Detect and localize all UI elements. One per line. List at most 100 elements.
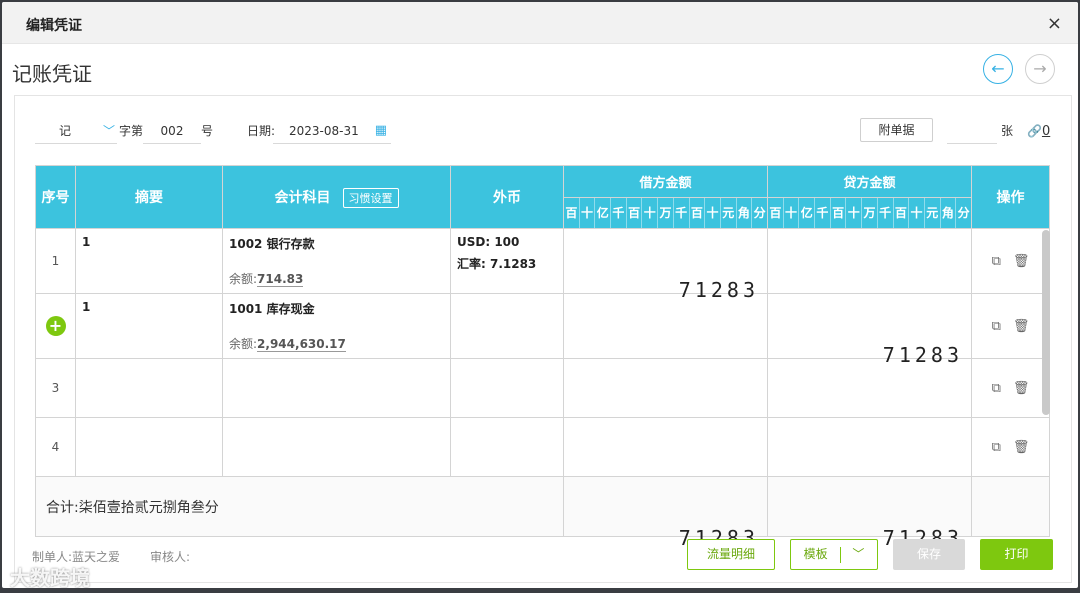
digit-unit-label: 百 bbox=[831, 198, 847, 228]
header-account: 会计科目 习惯设置 bbox=[222, 165, 451, 229]
next-voucher-button[interactable]: → bbox=[1025, 54, 1055, 84]
foreign-cell[interactable]: USD: 100 汇率: 7.1283 bbox=[450, 228, 564, 294]
digit-unit-label: 元 bbox=[721, 198, 737, 228]
table-row: 1 1 1002 银行存款 余额:714.83 USD: 100 汇率: 7.1… bbox=[35, 228, 1050, 302]
flow-details-button[interactable]: 流量明细 bbox=[687, 539, 775, 570]
number-suffix-label: 号 bbox=[201, 124, 214, 138]
habit-settings-button[interactable]: 习惯设置 bbox=[342, 187, 399, 208]
table-scrollbar[interactable] bbox=[1042, 230, 1050, 415]
copy-icon[interactable]: ⧉ bbox=[992, 254, 1001, 269]
trash-icon[interactable]: 🗑 bbox=[1013, 319, 1030, 334]
prev-voucher-button[interactable]: ← bbox=[983, 54, 1013, 84]
balance-label: 余额: bbox=[229, 337, 258, 351]
balance-label: 余额: bbox=[229, 272, 258, 286]
summary-text: 1 bbox=[82, 235, 91, 249]
voucher-title: 记账凭证 bbox=[12, 62, 92, 86]
row-seq: + bbox=[35, 293, 76, 359]
digit-unit-label: 百 bbox=[768, 198, 784, 228]
fx-rate: 汇率: 7.1283 bbox=[457, 257, 537, 271]
template-button[interactable]: 模板 ﹀ bbox=[790, 539, 878, 570]
total-label: 合计:柒佰壹拾贰元捌角叁分 bbox=[35, 476, 564, 537]
word-suffix-label: 字第 bbox=[119, 124, 144, 138]
account-cell[interactable]: 1002 银行存款 余额:714.83 bbox=[222, 228, 451, 294]
summary-cell[interactable]: 1 bbox=[75, 293, 223, 359]
close-icon[interactable]: × bbox=[1047, 13, 1062, 34]
balance-value: 2,944,630.17 bbox=[257, 337, 346, 352]
trash-icon[interactable]: 🗑 bbox=[1013, 254, 1030, 269]
foreign-cell[interactable] bbox=[450, 293, 564, 359]
digit-unit-label: 万 bbox=[862, 198, 878, 228]
trash-icon[interactable]: 🗑 bbox=[1013, 440, 1030, 455]
row-ops: ⧉ 🗑 bbox=[971, 358, 1050, 418]
fx-currency: USD: 100 bbox=[457, 235, 520, 249]
credit-cell[interactable]: 71283 bbox=[767, 293, 972, 367]
date-input[interactable]: 2023-08-31 ▦ bbox=[273, 118, 391, 144]
arrow-right-icon: → bbox=[1033, 59, 1047, 78]
summary-cell[interactable] bbox=[75, 358, 223, 418]
digit-unit-label: 十 bbox=[642, 198, 659, 228]
table-row: 4 ⧉ 🗑 bbox=[35, 417, 1050, 477]
voucher-number-input[interactable]: 002 bbox=[143, 118, 201, 144]
debit-cell[interactable] bbox=[563, 417, 768, 477]
digit-unit-label: 百 bbox=[564, 198, 580, 228]
debit-amount: 71283 bbox=[678, 278, 759, 302]
row-seq: 1 bbox=[35, 228, 76, 294]
debit-cell[interactable] bbox=[563, 293, 768, 359]
account-text: 1001 库存现金 bbox=[229, 302, 315, 316]
credit-cell[interactable] bbox=[767, 358, 972, 418]
header-account-label: 会计科目 bbox=[274, 189, 331, 206]
digit-unit-label: 分 bbox=[753, 206, 766, 220]
debit-cell[interactable] bbox=[563, 358, 768, 418]
credit-cell[interactable] bbox=[767, 228, 972, 294]
digit-unit-label: 百 bbox=[690, 198, 706, 228]
edit-voucher-dialog: 编辑凭证 × 记账凭证 ← → 记 ﹀ 字第 002 号 日期: 2023-08… bbox=[2, 2, 1078, 588]
copy-icon[interactable]: ⧉ bbox=[992, 319, 1001, 334]
voucher-table: 序号 摘要 会计科目 习惯设置 外币 借方金额 贷方金额 操作 百十亿千百十万千百… bbox=[35, 165, 1050, 550]
digit-unit-label: 角 bbox=[737, 198, 753, 228]
chevron-down-icon[interactable]: ﹀ bbox=[852, 547, 864, 561]
foreign-cell[interactable] bbox=[450, 417, 564, 477]
digit-unit-label: 百 bbox=[627, 198, 643, 228]
link-icon: 🔗 bbox=[1027, 124, 1042, 138]
copy-icon[interactable]: ⧉ bbox=[992, 440, 1001, 455]
save-button[interactable]: 保存 bbox=[893, 539, 965, 570]
template-divider bbox=[839, 546, 841, 563]
digit-unit-label: 千 bbox=[611, 198, 627, 228]
account-cell[interactable] bbox=[222, 417, 451, 477]
summary-text: 1 bbox=[82, 300, 91, 314]
attach-docs-button[interactable]: 附单据 bbox=[860, 118, 933, 142]
digit-unit-label: 千 bbox=[815, 198, 831, 228]
row-ops: ⧉ 🗑 bbox=[971, 417, 1050, 477]
table-row: 3 ⧉ 🗑 bbox=[35, 358, 1050, 418]
debit-cell[interactable]: 71283 bbox=[563, 228, 768, 302]
copy-icon[interactable]: ⧉ bbox=[992, 381, 1001, 396]
digit-unit-label: 百 bbox=[894, 198, 910, 228]
account-cell[interactable] bbox=[222, 358, 451, 418]
header-seq: 序号 bbox=[35, 165, 76, 229]
row-ops: ⧉ 🗑 bbox=[971, 293, 1050, 359]
total-credit-cell: 71283 bbox=[767, 476, 972, 550]
attach-unit-label: 张 bbox=[1001, 124, 1014, 138]
account-text: 1002 银行存款 bbox=[229, 237, 315, 251]
foreign-cell[interactable] bbox=[450, 358, 564, 418]
digit-unit-label: 十 bbox=[705, 198, 721, 228]
digit-unit-label: 亿 bbox=[595, 198, 612, 228]
calendar-icon[interactable]: ▦ bbox=[375, 118, 387, 144]
date-value: 2023-08-31 bbox=[289, 124, 359, 138]
add-row-icon[interactable]: + bbox=[45, 316, 66, 336]
attachment-link[interactable]: 🔗0 bbox=[1027, 118, 1050, 144]
account-cell[interactable]: 1001 库存现金 余额:2,944,630.17 bbox=[222, 293, 451, 359]
arrow-left-icon: ← bbox=[991, 59, 1005, 78]
credit-cell[interactable] bbox=[767, 417, 972, 477]
voucher-word-select[interactable]: 记 ﹀ bbox=[35, 118, 117, 144]
chevron-down-icon: ﹀ bbox=[102, 124, 115, 138]
header-debit: 借方金额 bbox=[563, 165, 768, 198]
summary-cell[interactable] bbox=[75, 417, 223, 477]
attach-count-input[interactable] bbox=[947, 118, 997, 144]
trash-icon[interactable]: 🗑 bbox=[1013, 381, 1030, 396]
print-button[interactable]: 打印 bbox=[980, 539, 1053, 570]
credit-digit-header: 百十亿千百十万千百十元角分 bbox=[767, 197, 972, 229]
row-ops: ⧉ 🗑 bbox=[971, 228, 1050, 294]
voucher-word-value: 记 bbox=[59, 124, 72, 138]
summary-cell[interactable]: 1 bbox=[75, 228, 223, 294]
